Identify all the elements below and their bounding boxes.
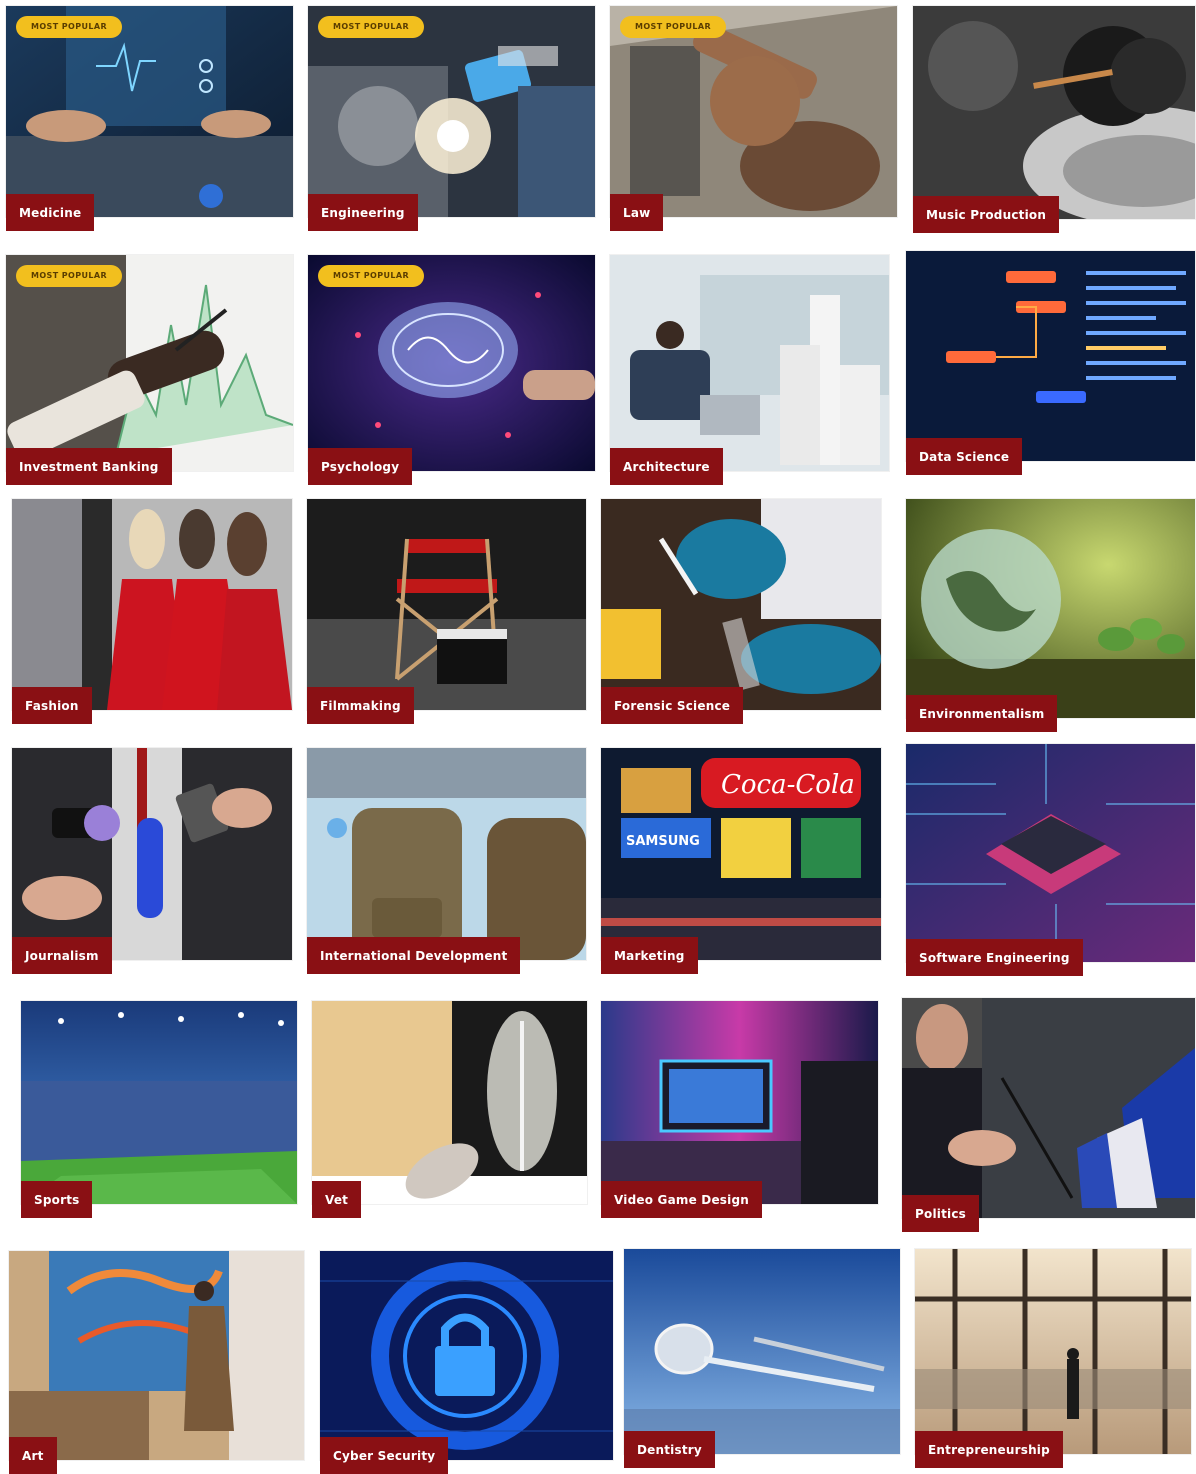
- card-investment-banking[interactable]: MOST POPULAR Investment Banking: [6, 255, 293, 485]
- card-forensic-science[interactable]: Forensic Science: [601, 499, 881, 724]
- card-label: Dentistry: [624, 1431, 715, 1468]
- card-label: Music Production: [913, 196, 1060, 233]
- svg-text:SAMSUNG: SAMSUNG: [626, 834, 700, 849]
- cyber-lock-image: [320, 1251, 613, 1460]
- card-label: Engineering: [308, 194, 418, 231]
- filmmaking-chair-image: [307, 499, 586, 710]
- card-architecture[interactable]: Architecture: [610, 255, 889, 485]
- card-video-game-design[interactable]: Video Game Design: [601, 1001, 878, 1218]
- card-data-science[interactable]: Data Science: [906, 251, 1195, 475]
- most-popular-badge: MOST POPULAR: [620, 16, 727, 38]
- card-label: Cyber Security: [320, 1437, 449, 1474]
- card-international-development[interactable]: International Development: [307, 748, 586, 974]
- vet-xray-image: [312, 1001, 587, 1204]
- gaming-setup-image: [601, 1001, 878, 1204]
- art-painter-image: [9, 1251, 304, 1460]
- card-entrepreneurship[interactable]: Entrepreneurship: [915, 1249, 1191, 1468]
- card-software-engineering[interactable]: Software Engineering: [906, 744, 1195, 976]
- psychology-brain-image: [308, 255, 595, 471]
- card-medicine[interactable]: MOST POPULAR Medicine: [6, 6, 293, 231]
- card-label: Journalism: [12, 937, 112, 974]
- card-vet[interactable]: Vet: [312, 1001, 587, 1218]
- card-politics[interactable]: Politics: [902, 998, 1195, 1232]
- card-label: Investment Banking: [6, 448, 172, 485]
- sports-stadium-image: [21, 1001, 297, 1204]
- card-marketing[interactable]: Coca‑Cola SAMSUNG Marketing: [601, 748, 881, 974]
- card-label: Filmmaking: [307, 687, 414, 724]
- card-cyber-security[interactable]: Cyber Security: [320, 1251, 613, 1474]
- data-science-code-image: [906, 251, 1195, 461]
- card-environmentalism[interactable]: Environmentalism: [906, 499, 1195, 732]
- most-popular-badge: MOST POPULAR: [318, 16, 425, 38]
- music-turntable-image: [913, 6, 1195, 219]
- card-label: Architecture: [610, 448, 723, 485]
- entrepreneur-window-image: [915, 1249, 1191, 1454]
- card-journalism[interactable]: Journalism: [12, 748, 292, 974]
- investment-chart-image: [6, 255, 293, 471]
- card-art[interactable]: Art: [9, 1251, 304, 1474]
- card-label: Politics: [902, 1195, 979, 1232]
- svg-text:Coca‑Cola: Coca‑Cola: [721, 770, 855, 800]
- card-label: Video Game Design: [601, 1181, 762, 1218]
- card-sports[interactable]: Sports: [21, 1001, 297, 1218]
- card-label: Law: [610, 194, 664, 231]
- journalism-microphones-image: [12, 748, 292, 960]
- card-label: Data Science: [906, 438, 1023, 475]
- card-label: Entrepreneurship: [915, 1431, 1063, 1468]
- card-psychology[interactable]: MOST POPULAR Psychology: [308, 255, 595, 485]
- aid-bags-image: [307, 748, 586, 960]
- environment-globe-image: [906, 499, 1195, 718]
- card-label: Art: [9, 1437, 57, 1474]
- card-label: Fashion: [12, 687, 92, 724]
- dentistry-tools-image: [624, 1249, 900, 1454]
- software-chip-image: [906, 744, 1195, 962]
- card-label: Vet: [312, 1181, 362, 1218]
- most-popular-badge: MOST POPULAR: [16, 265, 123, 287]
- fashion-runway-image: [12, 499, 292, 710]
- card-label: Psychology: [308, 448, 413, 485]
- card-dentistry[interactable]: Dentistry: [624, 1249, 900, 1468]
- card-label: Marketing: [601, 937, 698, 974]
- politics-podium-image: [902, 998, 1195, 1218]
- card-label: International Development: [307, 937, 521, 974]
- card-law[interactable]: MOST POPULAR Law: [610, 6, 897, 231]
- card-label: Environmentalism: [906, 695, 1058, 732]
- card-label: Software Engineering: [906, 939, 1083, 976]
- card-label: Sports: [21, 1181, 93, 1218]
- marketing-billboards-image: Coca‑Cola SAMSUNG: [601, 748, 881, 960]
- card-music-production[interactable]: Music Production: [913, 6, 1195, 233]
- architecture-model-image: [610, 255, 889, 471]
- card-fashion[interactable]: Fashion: [12, 499, 292, 724]
- forensic-evidence-image: [601, 499, 881, 710]
- card-engineering[interactable]: MOST POPULAR Engineering: [308, 6, 595, 231]
- course-grid: MOST POPULAR Medicine MOST POPULAR Engin…: [0, 0, 1196, 1474]
- most-popular-badge: MOST POPULAR: [16, 16, 123, 38]
- card-label: Medicine: [6, 194, 95, 231]
- card-label: Forensic Science: [601, 687, 744, 724]
- most-popular-badge: MOST POPULAR: [318, 265, 425, 287]
- card-filmmaking[interactable]: Filmmaking: [307, 499, 586, 724]
